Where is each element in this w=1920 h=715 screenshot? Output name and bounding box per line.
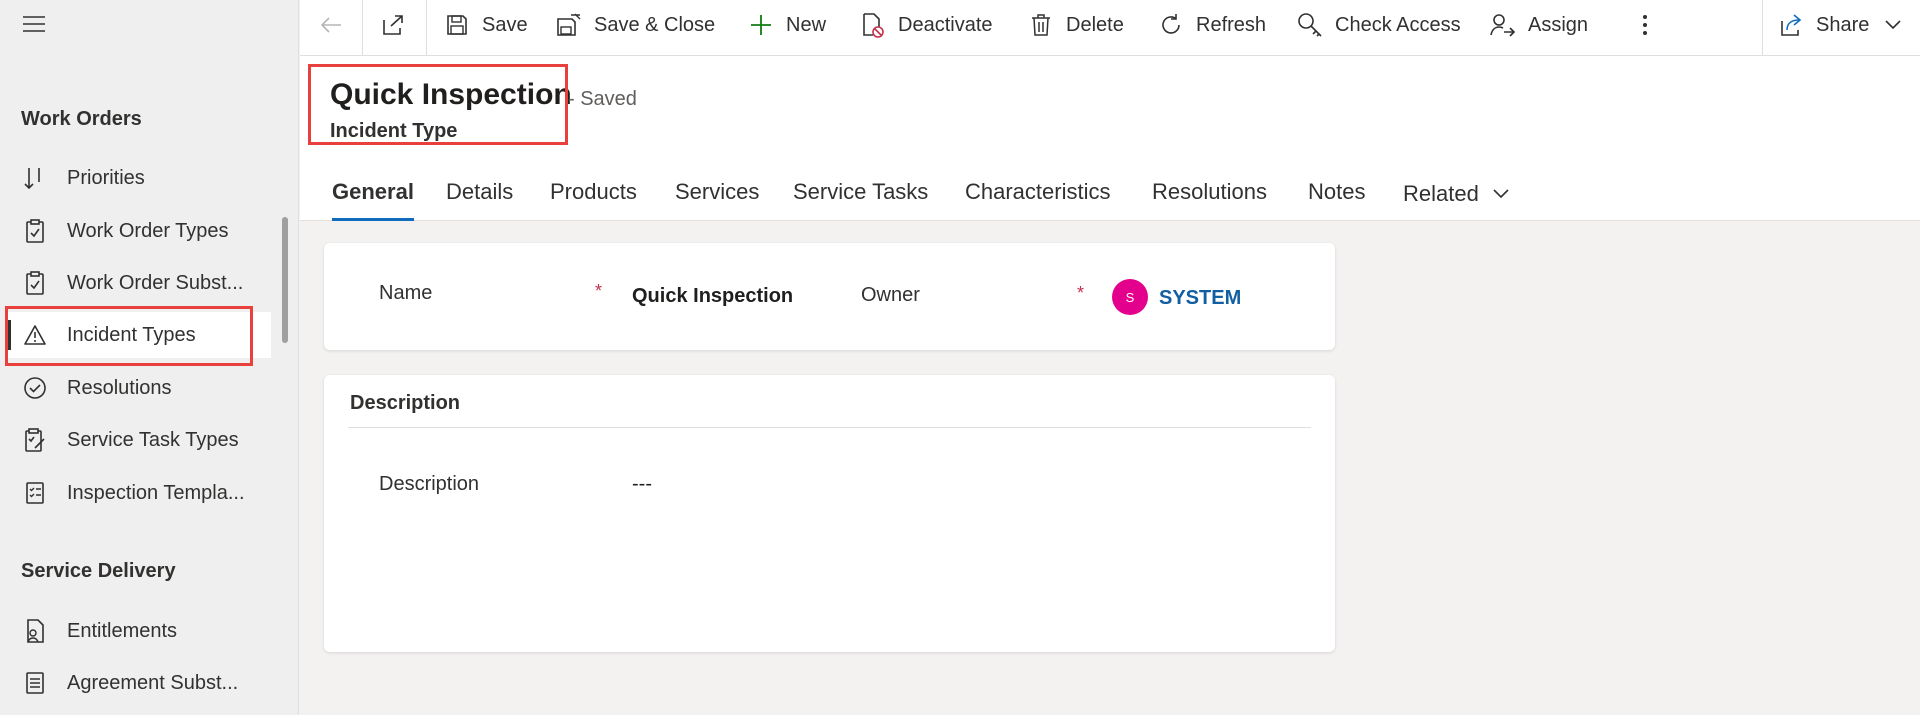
description-section-card: Description Description --- [324, 375, 1335, 652]
tab-related-label: Related [1403, 180, 1479, 206]
sidebar-item-work-order-substatuses[interactable]: Work Order Subst... [8, 260, 271, 306]
sidebar-item-resolutions[interactable]: Resolutions [8, 365, 271, 411]
check-access-label: Check Access [1335, 13, 1461, 36]
sidebar-item-incident-types[interactable]: Incident Types [8, 312, 271, 358]
sort-down-icon [22, 165, 48, 191]
divider [348, 427, 1311, 428]
open-new-window-button[interactable] [380, 0, 418, 50]
save-close-label: Save & Close [594, 13, 716, 36]
hamburger-menu-icon[interactable] [22, 13, 46, 35]
save-status: - Saved [568, 88, 637, 110]
description-field-label: Description [379, 473, 480, 495]
trash-icon [1028, 12, 1054, 38]
owner-link[interactable]: SYSTEM [1159, 287, 1241, 310]
sidebar-item-service-task-types[interactable]: Service Task Types [8, 417, 271, 463]
save-close-button[interactable]: Save & Close [556, 0, 715, 50]
required-indicator: * [1077, 283, 1085, 303]
description-field-value[interactable]: --- [632, 473, 652, 496]
avatar: S [1112, 279, 1148, 315]
section-title: Description [350, 392, 461, 414]
chevron-down-icon [1885, 20, 1901, 30]
page-title: Quick Inspection [330, 78, 572, 111]
save-label: Save [482, 13, 528, 36]
more-commands-button[interactable] [1632, 0, 1670, 50]
delete-label: Delete [1066, 13, 1124, 36]
arrow-left-icon [318, 12, 344, 38]
name-field-label: Name [379, 282, 433, 304]
clipboard-icon [22, 218, 48, 244]
document-person-icon [22, 618, 48, 644]
sidebar-item-agreement-substatuses[interactable]: Agreement Subst... [8, 660, 271, 706]
tab-products[interactable]: Products [550, 166, 637, 221]
command-bar: Save Save & Close New Deactivate Delete … [300, 0, 1920, 56]
more-vertical-icon [1632, 12, 1658, 38]
document-icon [22, 670, 48, 696]
share-label: Share [1816, 13, 1870, 36]
check-access-button[interactable]: Check Access [1297, 0, 1461, 50]
sidebar-item-label: Inspection Templa... [67, 481, 245, 504]
tab-details[interactable]: Details [446, 166, 513, 221]
refresh-label: Refresh [1196, 13, 1267, 36]
tab-general[interactable]: General [332, 166, 414, 221]
deactivate-icon [860, 12, 886, 38]
deactivate-button[interactable]: Deactivate [860, 0, 993, 50]
nav-section-service-delivery: Service Delivery [21, 560, 176, 582]
sidebar-item-label: Service Task Types [67, 428, 239, 451]
entity-type-label: Incident Type [330, 120, 458, 142]
divider [362, 0, 363, 55]
sidebar-item-label: Work Order Types [67, 219, 229, 242]
sidebar-item-inspection-templates[interactable]: Inspection Templa... [8, 470, 271, 516]
tab-characteristics[interactable]: Characteristics [965, 166, 1110, 221]
new-button[interactable]: New [748, 0, 826, 50]
divider [426, 0, 427, 55]
tab-notes[interactable]: Notes [1308, 166, 1365, 221]
sidebar-item-label: Priorities [67, 166, 145, 189]
sidebar-item-priorities[interactable]: Priorities [8, 155, 271, 201]
sidebar: Work Orders Priorities Work Order Types … [0, 0, 299, 715]
refresh-icon [1158, 12, 1184, 38]
save-close-icon [556, 12, 582, 38]
check-circle-icon [22, 375, 48, 401]
sidebar-item-label: Entitlements [67, 619, 178, 642]
checklist-icon [22, 480, 48, 506]
sidebar-item-label: Work Order Subst... [67, 271, 244, 294]
clipboard-icon [22, 270, 48, 296]
record-header: Quick Inspection - Saved Incident Type G… [300, 56, 1920, 221]
sidebar-item-label: Incident Types [67, 323, 196, 346]
deactivate-label: Deactivate [898, 13, 993, 36]
assign-button[interactable]: Assign [1490, 0, 1588, 50]
tab-related[interactable]: Related [1403, 166, 1509, 221]
warning-icon [22, 322, 48, 348]
name-field-value[interactable]: Quick Inspection [632, 285, 793, 308]
person-arrow-icon [1490, 12, 1516, 38]
refresh-button[interactable]: Refresh [1158, 0, 1266, 50]
nav-section-work-orders: Work Orders [21, 108, 142, 130]
save-button[interactable]: Save [444, 0, 528, 50]
sidebar-item-work-order-types[interactable]: Work Order Types [8, 208, 271, 254]
owner-field-label: Owner [861, 284, 920, 306]
sidebar-item-label: Resolutions [67, 376, 172, 399]
back-button[interactable] [318, 0, 356, 50]
required-indicator: * [595, 281, 603, 301]
sidebar-item-entitlements[interactable]: Entitlements [8, 608, 271, 654]
delete-button[interactable]: Delete [1028, 0, 1124, 50]
divider [1762, 0, 1763, 55]
general-section-card: Name * Quick Inspection Owner * S SYSTEM [324, 243, 1335, 350]
save-icon [444, 12, 470, 38]
share-icon [1778, 12, 1804, 38]
share-button[interactable]: Share [1778, 0, 1901, 50]
key-search-icon [1297, 12, 1323, 38]
assign-label: Assign [1528, 13, 1589, 36]
add-icon [748, 12, 774, 38]
tab-resolutions[interactable]: Resolutions [1152, 166, 1267, 221]
chevron-down-icon [1493, 188, 1509, 199]
tab-service-tasks[interactable]: Service Tasks [793, 166, 928, 221]
task-edit-icon [22, 427, 48, 453]
open-in-new-window-icon [380, 12, 406, 38]
new-label: New [786, 13, 827, 36]
tab-services[interactable]: Services [675, 166, 759, 221]
sidebar-item-label: Agreement Subst... [67, 671, 239, 694]
sidebar-scrollbar[interactable] [282, 217, 288, 343]
